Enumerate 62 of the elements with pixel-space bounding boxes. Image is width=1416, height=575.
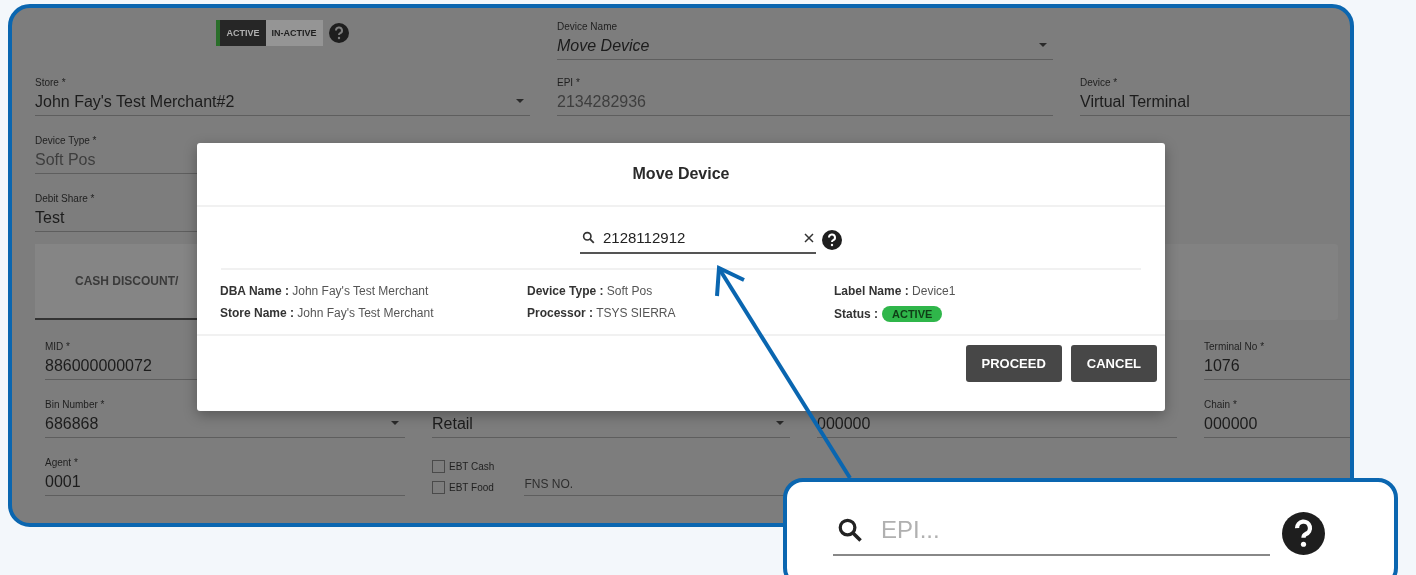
search-field[interactable]: 2128112912 <box>580 225 816 254</box>
field-value: 000000 <box>1204 415 1258 433</box>
search-placeholder: EPI... <box>881 516 940 544</box>
field-label: Terminal No * <box>1204 341 1265 353</box>
status-toggle-option[interactable]: IN-ACTIVE <box>265 20 323 46</box>
field-label: Chain * <box>1204 399 1237 411</box>
detail-label: Status : <box>834 307 878 321</box>
field-label: Device Name <box>557 21 618 33</box>
status-toggle-option[interactable]: ACTIVE <box>216 20 266 46</box>
dialog-button[interactable]: CANCEL <box>1070 345 1157 382</box>
detail-text: DBA Name : John Fay's Test Merchant <box>220 284 430 298</box>
field-value: 000000 <box>817 415 871 433</box>
field-value: 1076 <box>1204 357 1240 375</box>
help-icon[interactable] <box>822 229 842 250</box>
field-value: Soft Pos <box>35 151 96 169</box>
dialog-button[interactable]: PROCEED <box>965 345 1062 382</box>
checkbox-label: EBT Food <box>449 482 494 493</box>
field-value: Test <box>35 209 65 227</box>
field-label: Agent * <box>45 457 78 469</box>
form-field[interactable]: Chain * 000000 <box>1204 386 1350 438</box>
checkbox[interactable] <box>432 460 445 473</box>
form-field[interactable]: EPI * 2134282936 <box>557 64 1053 116</box>
dropdown-caret-icon <box>391 421 399 425</box>
field-value: Move Device <box>557 37 650 55</box>
dropdown-caret-icon <box>1039 43 1047 47</box>
form-field[interactable]: Terminal No * 1076 <box>1204 328 1350 380</box>
detail-text: Label Name : Device1 <box>834 284 957 298</box>
checkbox[interactable] <box>432 481 445 494</box>
form-field[interactable]: Agent * 0001 <box>45 444 405 496</box>
detail-text: Device Type : Soft Pos <box>527 284 654 298</box>
field-label: Store * <box>35 77 66 89</box>
field-label: EPI * <box>557 77 580 89</box>
field-value: 886000000072 <box>45 357 152 375</box>
field-label: Debit Share * <box>35 193 95 205</box>
device-name-field[interactable]: Device Name Move Device <box>557 8 1053 60</box>
help-icon[interactable] <box>1282 512 1325 555</box>
detail-text: Processor : TSYS SIERRA <box>527 306 677 320</box>
status-badge: ACTIVE <box>882 306 943 322</box>
search-value: 2128112912 <box>603 229 687 246</box>
form-field[interactable]: Store * John Fay's Test Merchant#2 <box>35 64 530 116</box>
search-icon <box>837 517 863 543</box>
field-label: Bin Number * <box>45 399 105 411</box>
clear-icon[interactable] <box>804 232 814 243</box>
dropdown-caret-icon <box>516 99 524 103</box>
field-label: MID * <box>45 341 70 353</box>
epi-search-field[interactable]: EPI... <box>833 512 1270 556</box>
field-value: Virtual Terminal <box>1080 93 1190 111</box>
dropdown-caret-icon <box>776 421 784 425</box>
field-value: Retail <box>432 415 473 433</box>
field-label: Device * <box>1080 77 1118 89</box>
detail-text: Store Name : John Fay's Test Merchant <box>220 306 435 320</box>
dialog-title: Move Device <box>197 143 1165 207</box>
field-value: 2134282936 <box>557 93 646 111</box>
search-icon <box>582 231 595 244</box>
field-placeholder: FNS NO. <box>524 477 574 491</box>
field-value: 0001 <box>45 473 81 491</box>
field-value: 686868 <box>45 415 99 433</box>
cash-discount-tab[interactable]: CASH DISCOUNT/ <box>35 244 200 320</box>
field-value: John Fay's Test Merchant#2 <box>35 93 235 111</box>
field-label: Device Type * <box>35 135 97 147</box>
checkbox-label: EBT Cash <box>449 461 495 472</box>
form-field[interactable]: Device * Virtual Terminal <box>1080 64 1350 116</box>
